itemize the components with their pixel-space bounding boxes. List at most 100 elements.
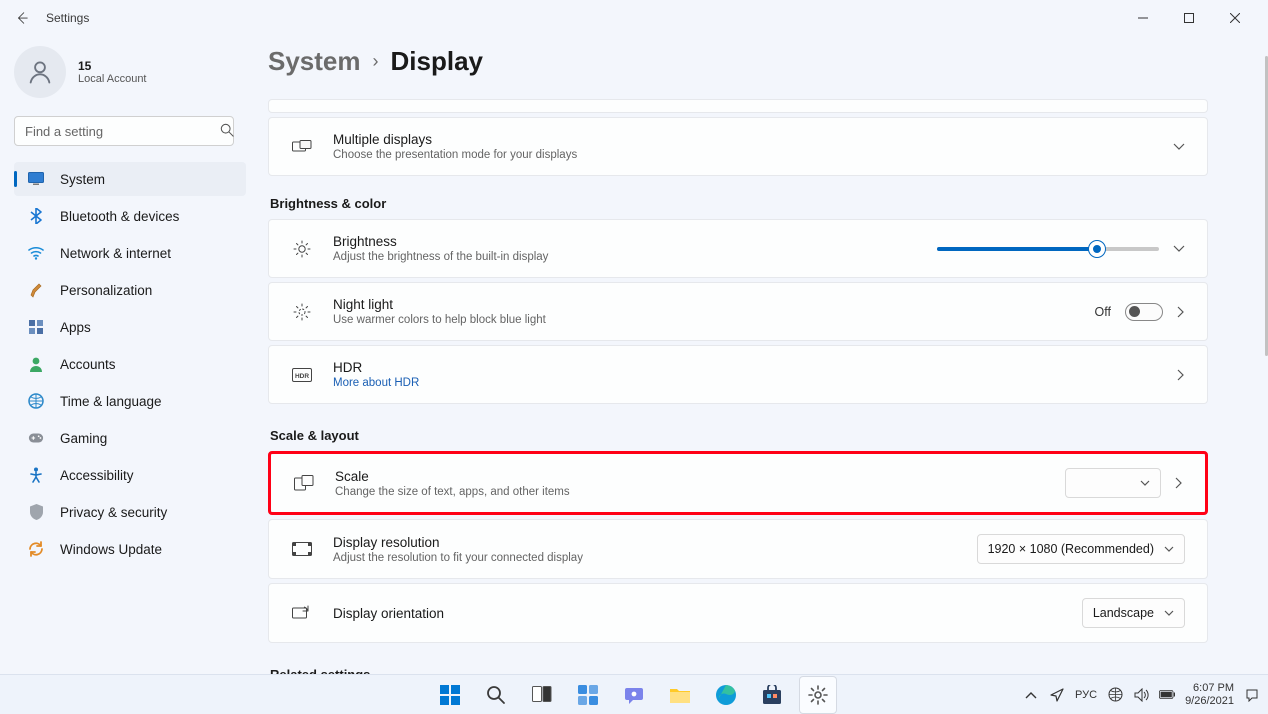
card-sub: Adjust the brightness of the built-in di…: [333, 251, 917, 263]
scale-select[interactable]: [1065, 468, 1161, 498]
taskbar-chat[interactable]: [615, 676, 653, 714]
card-sub: Choose the presentation mode for your di…: [333, 149, 1153, 161]
maximize-button[interactable]: [1166, 0, 1212, 36]
nav-label: Time & language: [60, 394, 162, 409]
search-input[interactable]: [14, 116, 234, 146]
night-light-icon: [291, 303, 313, 321]
scale-icon: [293, 475, 315, 491]
tray-location-icon[interactable]: [1049, 688, 1065, 702]
orientation-select[interactable]: Landscape: [1082, 598, 1185, 628]
taskbar-taskview[interactable]: [523, 676, 561, 714]
content-area: System › Display Multiple displays Choos…: [256, 36, 1268, 674]
tray-clock[interactable]: 6:07 PM 9/26/2021: [1185, 682, 1234, 707]
card-sub: Change the size of text, apps, and other…: [335, 486, 1045, 498]
nav-time-language[interactable]: Time & language: [14, 384, 246, 418]
taskbar-settings[interactable]: [799, 676, 837, 714]
nav-list: System Bluetooth & devices Network & int…: [14, 162, 246, 566]
account-type: Local Account: [78, 73, 147, 85]
night-light-toggle[interactable]: [1125, 303, 1163, 321]
resolution-icon: [291, 542, 313, 556]
chevron-right-icon[interactable]: [1177, 306, 1185, 318]
tray-network-icon[interactable]: [1107, 687, 1123, 702]
nav-personalization[interactable]: Personalization: [14, 273, 246, 307]
start-button[interactable]: [431, 676, 469, 714]
chevron-right-icon[interactable]: [1175, 477, 1183, 489]
account-block[interactable]: 15 Local Account: [14, 44, 246, 116]
chevron-right-icon[interactable]: [1177, 369, 1185, 381]
card-brightness[interactable]: Brightness Adjust the brightness of the …: [268, 219, 1208, 278]
chevron-right-icon: ›: [373, 51, 379, 72]
search-box[interactable]: [14, 116, 246, 146]
avatar: [14, 46, 66, 98]
taskbar-search[interactable]: [477, 676, 515, 714]
wifi-icon: [28, 245, 44, 261]
section-scale-layout: Scale & layout: [270, 428, 1208, 443]
nav-label: Privacy & security: [60, 505, 167, 520]
nav-gaming[interactable]: Gaming: [14, 421, 246, 455]
nav-network[interactable]: Network & internet: [14, 236, 246, 270]
nav-label: Gaming: [60, 431, 107, 446]
card-title: Night light: [333, 297, 1075, 312]
nav-label: Personalization: [60, 283, 152, 298]
nav-label: Apps: [60, 320, 91, 335]
tray-notifications-icon[interactable]: [1244, 688, 1260, 702]
taskbar-explorer[interactable]: [661, 676, 699, 714]
nav-label: Accessibility: [60, 468, 134, 483]
nav-privacy[interactable]: Privacy & security: [14, 495, 246, 529]
nav-system[interactable]: System: [14, 162, 246, 196]
nav-bluetooth[interactable]: Bluetooth & devices: [14, 199, 246, 233]
tray-chevron-icon[interactable]: [1023, 691, 1039, 699]
card-multiple-displays[interactable]: Multiple displays Choose the presentatio…: [268, 117, 1208, 176]
nav-accounts[interactable]: Accounts: [14, 347, 246, 381]
card-partial-top[interactable]: [268, 99, 1208, 113]
chevron-down-icon[interactable]: [1173, 245, 1185, 253]
card-title: Display resolution: [333, 535, 957, 550]
minimize-button[interactable]: [1120, 0, 1166, 36]
nav-label: Windows Update: [60, 542, 162, 557]
displays-icon: [291, 140, 313, 154]
nav-label: Accounts: [60, 357, 116, 372]
tray-date: 9/26/2021: [1185, 695, 1234, 708]
brightness-slider[interactable]: [937, 247, 1159, 251]
card-hdr[interactable]: HDR HDR More about HDR: [268, 345, 1208, 404]
titlebar: Settings: [0, 0, 1268, 36]
close-button[interactable]: [1212, 0, 1258, 36]
tray-language[interactable]: РУС: [1075, 689, 1097, 701]
card-sub: Use warmer colors to help block blue lig…: [333, 314, 1075, 326]
breadcrumb-system[interactable]: System: [268, 46, 361, 77]
card-orientation[interactable]: Display orientation Landscape: [268, 583, 1208, 643]
nav-label: Bluetooth & devices: [60, 209, 179, 224]
hdr-link[interactable]: More about HDR: [333, 377, 1157, 389]
card-sub: Adjust the resolution to fit your connec…: [333, 552, 957, 564]
taskbar: РУС 6:07 PM 9/26/2021: [0, 674, 1268, 714]
page-title: Display: [391, 46, 484, 77]
account-name: 15: [78, 59, 147, 73]
back-button[interactable]: [10, 6, 34, 30]
taskbar-widgets[interactable]: [569, 676, 607, 714]
chevron-down-icon[interactable]: [1173, 143, 1185, 151]
nav-apps[interactable]: Apps: [14, 310, 246, 344]
highlight-scale: Scale Change the size of text, apps, and…: [268, 451, 1208, 515]
slider-thumb[interactable]: [1089, 241, 1105, 257]
card-title: Display orientation: [333, 606, 1062, 621]
card-night-light[interactable]: Night light Use warmer colors to help bl…: [268, 282, 1208, 341]
select-value: 1920 × 1080 (Recommended): [988, 542, 1154, 556]
tray-volume-icon[interactable]: [1133, 688, 1149, 702]
section-brightness-color: Brightness & color: [270, 196, 1208, 211]
nav-accessibility[interactable]: Accessibility: [14, 458, 246, 492]
orientation-icon: [291, 605, 313, 621]
nav-update[interactable]: Windows Update: [14, 532, 246, 566]
card-title: HDR: [333, 360, 1157, 375]
bluetooth-icon: [28, 208, 44, 224]
tray-battery-icon[interactable]: [1159, 689, 1175, 700]
brush-icon: [28, 282, 44, 298]
taskbar-store[interactable]: [753, 676, 791, 714]
card-resolution[interactable]: Display resolution Adjust the resolution…: [268, 519, 1208, 579]
sidebar: 15 Local Account System Bluetooth & devi…: [0, 36, 256, 674]
resolution-select[interactable]: 1920 × 1080 (Recommended): [977, 534, 1185, 564]
card-title: Brightness: [333, 234, 917, 249]
chevron-down-icon: [1140, 480, 1150, 487]
taskbar-edge[interactable]: [707, 676, 745, 714]
card-scale[interactable]: Scale Change the size of text, apps, and…: [271, 454, 1205, 512]
toggle-label: Off: [1095, 305, 1111, 319]
